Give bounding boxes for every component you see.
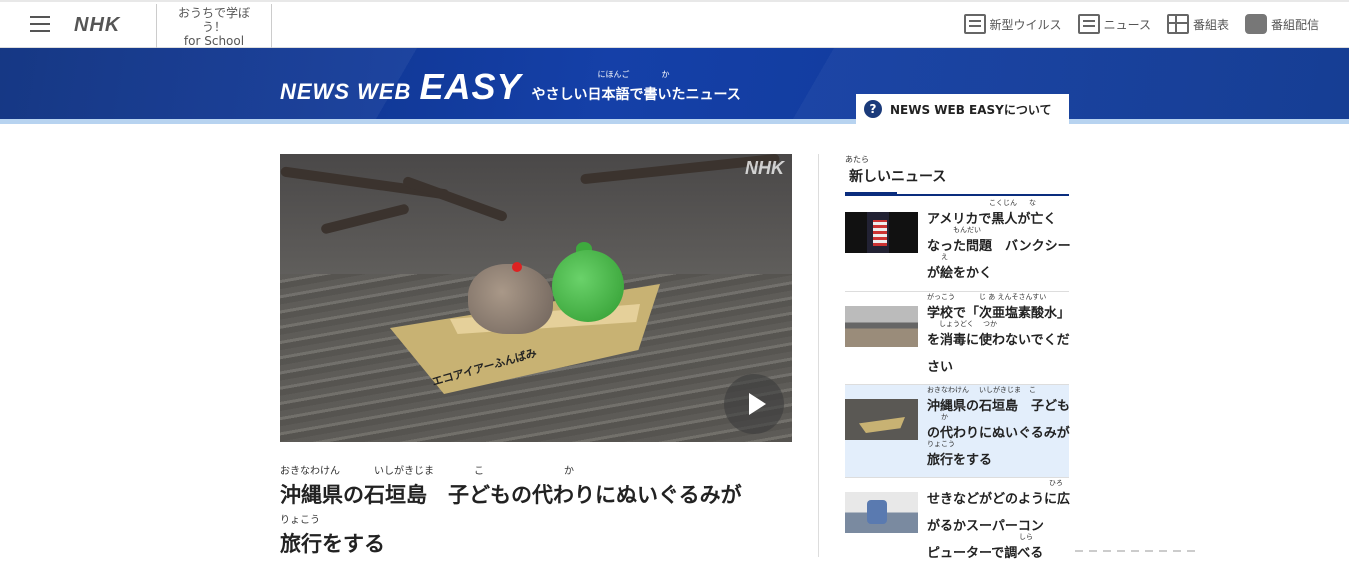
boar-plush [468,264,553,334]
news-ruby: おきなわけん [927,386,969,394]
headline-text-line1: 沖縄県の石垣島 子どもの代わりにぬいぐるみが [280,483,742,507]
school-label-line2: う！ [201,20,226,34]
news-title-line: もんだい なった問題 バンクシー [927,225,1071,254]
column-divider [818,154,819,557]
news-thumbnail [845,306,918,347]
headline-line: おきなわけん いしがきじま こ か 沖縄県の石垣島 子どもの代わりにぬいぐるみが [280,462,800,511]
brand-news-web: NEWS WEB [280,79,412,104]
headline-line: りょこう 旅行をする [280,511,800,560]
brand-logo[interactable]: NEWS WEB EASY にほんご か やさしい日本語で書いたニュース [280,66,741,108]
news-ruby: か [941,413,948,421]
headline-ruby: か [564,466,574,477]
news-ruby: いしがきじま [979,386,1021,394]
news-title: こくじん な アメリカで黒人が亡く もんだい なった問題 バンクシー え が絵を… [927,198,1071,281]
news-ruby: がっこう [927,293,955,301]
news-ruby: こ [1029,386,1036,394]
nav-streaming[interactable]: 番組配信 [1244,14,1319,34]
news-ruby: つか [983,320,997,328]
subtitle-text: やさしい日本語で書いたニュース [531,87,741,103]
nav-streaming-label: 番組配信 [1270,17,1319,32]
news-title: おきなわけん いしがきじま こ 沖縄県の石垣島 子ども か の代わりにぬいぐるみ… [927,385,1070,468]
nav-program-guide-label: 番組表 [1192,17,1229,32]
flower-decoration [512,262,522,272]
news-title-text: さい [927,360,954,375]
for-school-link[interactable]: おうちで学ぼ う！ for School [156,4,272,48]
about-label: NEWS WEB EASYについて [890,102,1052,117]
news-ruby: りょこう [927,440,955,448]
news-title-text: 旅行をする [927,453,993,468]
news-ruby: じ あ えんそさんすい [979,293,1047,301]
main-headline[interactable]: おきなわけん いしがきじま こ か 沖縄県の石垣島 子どもの代わりにぬいぐるみが… [280,462,800,560]
news-title: ひろ せきなどがどのように広 がるかスーパーコン しら ピューターで調べる [927,478,1070,561]
headline-ruby: いしがきじま [374,466,434,477]
news-title-line: しょうどく つか を消毒に使わないでくだ [927,319,1070,348]
nav-news[interactable]: ニュース [1077,14,1151,34]
news-title-line: がっこう じ あ えんそさんすい 学校で「次亜塩素酸水」 [927,292,1070,321]
news-title-line: がるかスーパーコン [927,505,1069,534]
news-web-easy-banner: NEWS WEB EASY にほんご か やさしい日本語で書いたニュース [0,48,1349,119]
news-ruby: しら [1019,533,1033,541]
news-title-line: しら ピューターで調べる [927,532,1069,561]
mangrove-root [401,175,509,223]
streaming-icon [1244,14,1267,34]
nav-virus-label: 新型ウイルス [989,17,1062,32]
news-ruby: え [941,253,948,261]
news-list-item[interactable]: こくじん な アメリカで黒人が亡く もんだい なった問題 バンクシー え が絵を… [845,198,1071,292]
banner-bottom-strip [0,119,1349,124]
headline-ruby: りょこう [280,515,320,526]
news-title: がっこう じ あ えんそさんすい 学校で「次亜塩素酸水」 しょうどく つか を消… [927,292,1070,375]
subtitle-ruby: にほんご [597,70,630,79]
nhk-logo[interactable]: NHK [74,14,120,37]
news-thumbnail [845,492,918,533]
heading-underline-accent [845,192,897,196]
top-nav: 新型ウイルス ニュース 番組表 番組配信 [963,14,1319,34]
news-title-text: ピューターで調べる [927,546,1044,561]
headline-ruby: こ [474,466,484,477]
news-title-line: おきなわけん いしがきじま こ 沖縄県の石垣島 子ども [927,385,1070,414]
nav-program-guide[interactable]: 番組表 [1166,14,1229,34]
news-ruby: ひろ [1049,479,1063,487]
news-title-line: ひろ せきなどがどのように広 [927,478,1070,507]
faded-trail-decoration [1075,550,1195,552]
program-guide-icon [1166,14,1189,34]
news-list-item[interactable]: ひろ せきなどがどのように広 がるかスーパーコン しら ピューターで調べる [845,478,1070,561]
menu-icon[interactable] [30,16,50,32]
about-news-web-easy-tab[interactable]: ? NEWS WEB EASYについて [856,94,1069,124]
nhk-watermark: NHK [745,158,784,178]
news-list-item-active[interactable]: おきなわけん いしがきじま こ 沖縄県の石垣島 子ども か の代わりにぬいぐるみ… [845,385,1070,478]
school-label-line3: for School [183,34,245,48]
news-list-item[interactable]: がっこう じ あ えんそさんすい 学校で「次亜塩素酸水」 しょうどく つか を消… [845,292,1070,385]
news-title-text: が絵をかく [927,266,993,281]
news-title-line: か の代わりにぬいぐるみが [927,412,1070,441]
question-icon: ? [864,100,882,118]
news-icon [1077,14,1100,34]
school-label-line1: おうちで学ぼ [177,6,250,20]
news-thumbnail [845,399,918,440]
heading-text: 新しいニュース [849,169,947,185]
main-article-image[interactable]: エコアイアーふんばみ NHK [280,154,792,442]
brand-subtitle: にほんご か やさしい日本語で書いたニュース [531,70,741,104]
news-ruby: こくじん [989,199,1017,207]
headline-text-line2: 旅行をする [280,532,385,556]
brand-easy: EASY [419,66,522,107]
news-ruby: な [1029,199,1036,207]
news-title-line: さい [927,346,1069,375]
subtitle-ruby: か [661,70,670,79]
top-bar: NHK おうちで学ぼ う！ for School 新型ウイルス ニュース 番組表… [0,0,1349,48]
virus-info-icon [963,14,986,34]
heading-ruby: あたら [845,155,869,164]
play-video-icon[interactable] [724,374,784,434]
nav-news-label: ニュース [1103,17,1151,32]
news-ruby: しょうどく [939,320,974,328]
nav-virus[interactable]: 新型ウイルス [963,14,1062,34]
news-title-line: りょこう 旅行をする [927,439,1069,468]
news-ruby: もんだい [953,226,981,234]
headline-ruby: おきなわけん [280,466,340,477]
news-title-line: え が絵をかく [927,252,1069,281]
frog-plush [552,250,624,322]
news-title-line: こくじん な アメリカで黒人が亡く [927,198,1069,227]
latest-news-heading: あたら 新しいニュース [845,154,1069,198]
news-thumbnail [845,212,918,253]
mangrove-root [320,203,410,235]
